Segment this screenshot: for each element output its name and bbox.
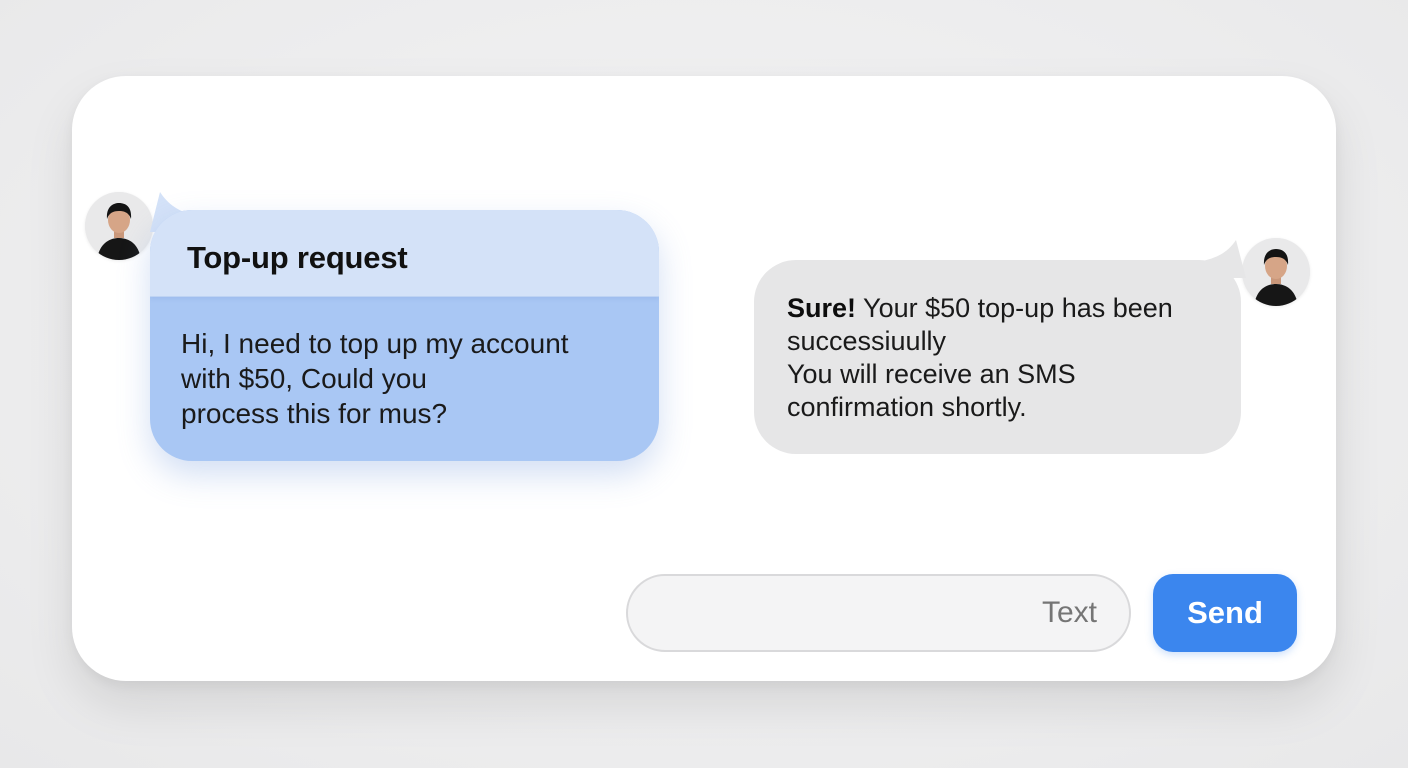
user-avatar-icon [85,192,153,260]
user-message-header: Top-up request [150,210,659,297]
user-message-title: Top-up request [187,240,408,275]
message-input[interactable] [626,574,1131,652]
agent-message-line: Sure! Your $50 top-up has been [787,292,1227,325]
user-message-line: process this for mus? [181,398,448,429]
agent-message-line: successiuully [787,326,947,356]
agent-message-text: Sure! Your $50 top-up has been successiu… [787,292,1227,424]
user-message-line: with $50, Could you [181,363,427,394]
agent-avatar-icon [1242,238,1310,306]
agent-message-line: confirmation shortly. [787,392,1027,422]
agent-message-line: You will receive an SMS [787,359,1076,389]
agent-message-line-text: Your $50 top-up has been [856,293,1173,323]
agent-message-emphasis: Sure! [787,293,857,323]
user-message-text: Hi, I need to top up my account with $50… [181,326,631,431]
page-background: Top-up request Hi, I need to top up my a… [0,0,1408,768]
agent-message-bubble: Sure! Your $50 top-up has been successiu… [754,260,1241,454]
send-button[interactable]: Send [1153,574,1297,652]
user-message-line: Hi, I need to top up my account [181,328,569,359]
user-message-bubble: Top-up request Hi, I need to top up my a… [150,210,659,461]
